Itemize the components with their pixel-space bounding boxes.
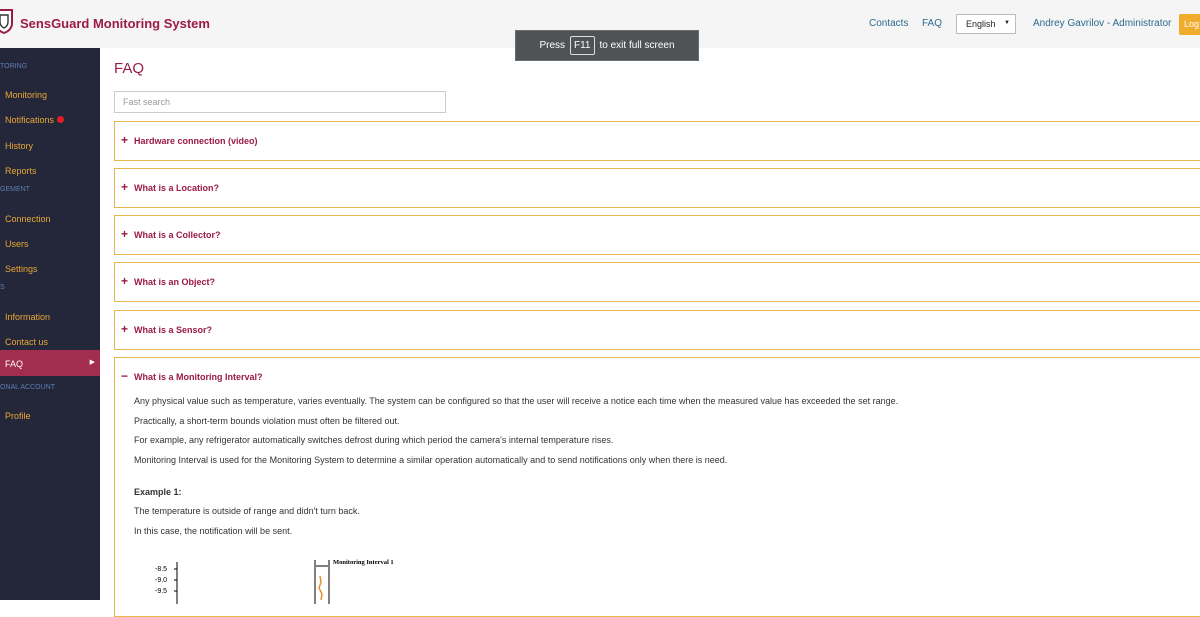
sidebar-section-management: GEMENT — [0, 186, 30, 193]
sidebar-item-monitoring[interactable]: Monitoring — [0, 82, 100, 107]
answer-paragraph: Practically, a short-term bounds violati… — [134, 415, 400, 426]
sidebar-item-label: Information — [5, 312, 51, 322]
faq-question: What is a Monitoring Interval? — [134, 372, 263, 382]
faq-item[interactable]: + Hardware connection (video) — [114, 121, 1200, 161]
sidebar-item-label: FAQ — [5, 359, 24, 369]
answer-paragraph: Monitoring Interval is used for the Moni… — [134, 454, 728, 465]
sidebar-item-label: Monitoring — [5, 90, 48, 100]
sidebar-item-label: Users — [5, 239, 29, 249]
shield-logo-icon — [0, 9, 13, 34]
sidebar-item-users[interactable]: Users — [0, 231, 100, 256]
faq-question-header[interactable]: − What is a Monitoring Interval? — [115, 358, 1200, 396]
sidebar-item-profile[interactable]: Profile — [0, 403, 100, 428]
fullscreen-notice-prefix: Press — [539, 40, 565, 51]
sidebar-item-connection[interactable]: Connection — [0, 206, 100, 231]
plus-icon: + — [121, 227, 129, 241]
sidebar-item-label: Connection — [5, 214, 51, 224]
faq-item[interactable]: + What is a Sensor? — [114, 310, 1200, 350]
minus-icon: − — [121, 369, 129, 383]
sidebar-item-label: Contact us — [5, 337, 49, 347]
sidebar-section-personal-account: ONAL ACCOUNT — [0, 384, 55, 391]
sidebar-item-notifications[interactable]: Notifications — [0, 107, 100, 132]
interval-label: Monitoring Interval 1 — [333, 559, 394, 566]
answer-paragraph: Any physical value such as temperature, … — [134, 396, 899, 406]
sidebar-section-monitoring: TORING — [0, 63, 28, 70]
faq-answer: Any physical value such as temperature, … — [115, 396, 1200, 536]
plus-icon: + — [121, 322, 129, 336]
faq-item-expanded: − What is a Monitoring Interval? Any phys… — [114, 357, 1200, 617]
sidebar-item-reports[interactable]: Reports — [0, 158, 100, 183]
example-figure: -8.5 -9.0 -9.5 Monitoring Interval 1 — [155, 559, 394, 604]
sidebar-section-info: S — [0, 284, 5, 291]
language-value: English — [966, 19, 996, 29]
faq-question: What is a Sensor? — [134, 325, 213, 335]
sidebar-item-label: Reports — [5, 166, 37, 176]
fullscreen-notice-suffix: to exit full screen — [599, 40, 675, 51]
faq-item[interactable]: + What is a Collector? — [114, 215, 1200, 255]
plus-icon: + — [121, 180, 129, 194]
y-tick-label: -9.0 — [155, 577, 167, 584]
language-select[interactable]: English ▼ — [956, 14, 1016, 34]
sidebar-item-faq[interactable]: FAQ ▶ — [0, 350, 100, 376]
faq-link[interactable]: FAQ — [922, 18, 942, 29]
app-title: SensGuard Monitoring System — [20, 16, 210, 31]
logout-button[interactable]: Log — [1179, 14, 1200, 35]
faq-question: What is an Object? — [134, 277, 216, 287]
sidebar: TORING Monitoring Notifications History … — [0, 48, 100, 600]
chevron-down-icon: ▼ — [1004, 20, 1010, 26]
sidebar-item-settings[interactable]: Settings — [0, 256, 100, 281]
sidebar-item-label: History — [5, 141, 34, 151]
y-tick-label: -8.5 — [155, 566, 167, 573]
temperature-line — [318, 575, 323, 601]
arrow-right-icon: ▶ — [89, 359, 95, 366]
fullscreen-notice: Press F11 to exit full screen — [515, 30, 699, 61]
example-title: Example 1: — [134, 486, 182, 497]
f11-key: F11 — [570, 36, 595, 55]
notification-dot-icon — [57, 116, 65, 123]
page-title: FAQ — [114, 60, 145, 77]
user-link[interactable]: Andrey Gavrilov - Administrator — [1033, 18, 1171, 29]
example-line: In this case, the notification will be s… — [134, 525, 293, 536]
faq-question: Hardware connection (video) — [134, 136, 258, 146]
faq-question: What is a Collector? — [134, 230, 221, 240]
faq-item[interactable]: + What is an Object? — [114, 262, 1200, 302]
contacts-link[interactable]: Contacts — [869, 18, 908, 29]
plus-icon: + — [121, 274, 129, 288]
y-tick-label: -9.5 — [155, 588, 167, 595]
sidebar-item-label: Profile — [5, 411, 31, 421]
answer-paragraph: For example, any refrigerator automatica… — [134, 435, 614, 445]
faq-item[interactable]: + What is a Location? — [114, 168, 1200, 208]
sidebar-item-history[interactable]: History — [0, 133, 100, 158]
sidebar-item-label: Settings — [5, 264, 38, 274]
search-input[interactable] — [114, 91, 446, 113]
example-line: The temperature is outside of range and … — [134, 506, 360, 516]
sidebar-item-information[interactable]: Information — [0, 304, 100, 329]
plus-icon: + — [121, 133, 129, 147]
sidebar-item-label: Notifications — [5, 115, 55, 125]
faq-question: What is a Location? — [134, 183, 220, 193]
